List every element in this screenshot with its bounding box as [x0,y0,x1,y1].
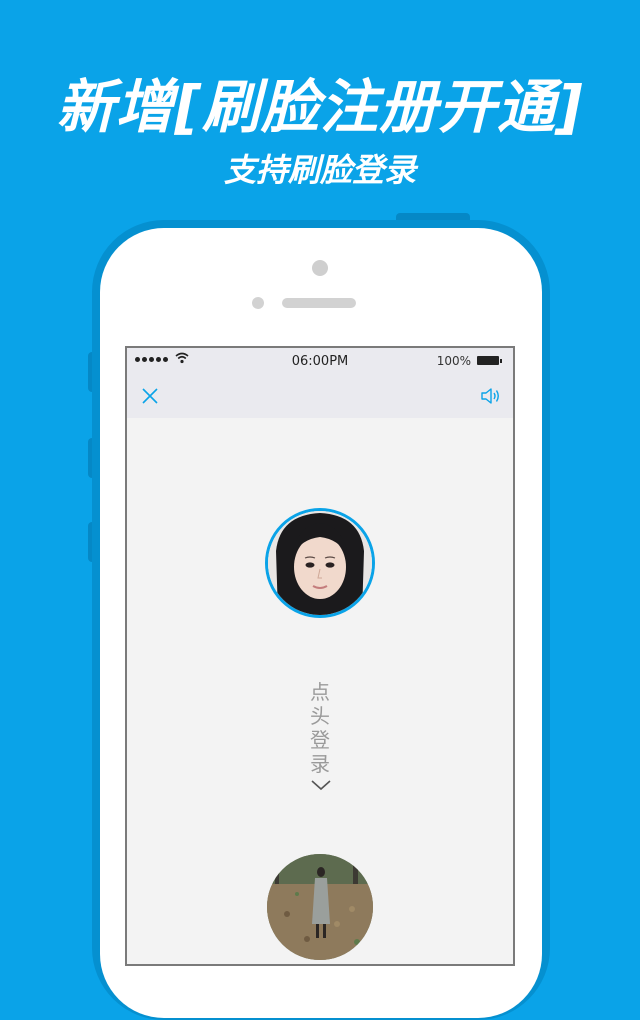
face-photo [268,511,372,615]
close-icon[interactable] [139,385,161,407]
nod-to-login-text: 点 头 登 录 [310,680,330,776]
status-bar: 06:00PM 100% [127,348,513,374]
front-camera [312,260,328,276]
user-avatar [265,508,375,618]
nav-bar [127,374,513,418]
phone-screen: 06:00PM 100% 点 头 登 录 [125,346,515,966]
speaker-icon[interactable] [479,385,501,407]
battery-percent: 100% [436,354,471,368]
proximity-sensor [252,297,264,309]
promo-subheadline: 支持刷脸登录 [223,151,416,189]
chevron-down-icon [311,780,331,791]
battery-icon [477,356,502,365]
promo-headline: 新增[刷脸注册开通] [56,73,584,141]
outdoor-photo [267,854,373,960]
earpiece-speaker [282,298,356,308]
secondary-photo [267,854,373,960]
